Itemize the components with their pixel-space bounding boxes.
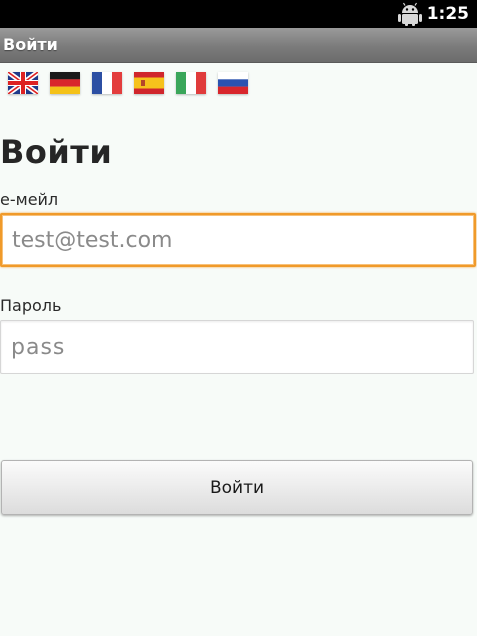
password-field[interactable]	[0, 320, 474, 374]
spain-flag-icon[interactable]	[134, 72, 164, 94]
status-bar: 1:25	[0, 0, 477, 28]
email-field[interactable]	[0, 213, 476, 267]
page-title: Войти	[0, 133, 113, 171]
france-flag-icon[interactable]	[92, 72, 122, 94]
language-selector	[8, 72, 248, 96]
status-clock: 1:25	[426, 4, 469, 24]
email-label: е-мейл	[0, 190, 59, 209]
app-title: Войти	[3, 35, 58, 54]
password-label: Пароль	[0, 296, 62, 315]
login-screen: 1:25 Войти Войти е-мейл test@test.com Па…	[0, 0, 477, 636]
title-bar: Войти	[0, 28, 477, 63]
russia-flag-icon[interactable]	[218, 72, 248, 94]
login-button[interactable]: Войти	[1, 460, 473, 515]
germany-flag-icon[interactable]	[50, 72, 80, 94]
android-icon	[396, 2, 424, 26]
uk-flag-icon[interactable]	[8, 72, 38, 94]
italy-flag-icon[interactable]	[176, 72, 206, 94]
